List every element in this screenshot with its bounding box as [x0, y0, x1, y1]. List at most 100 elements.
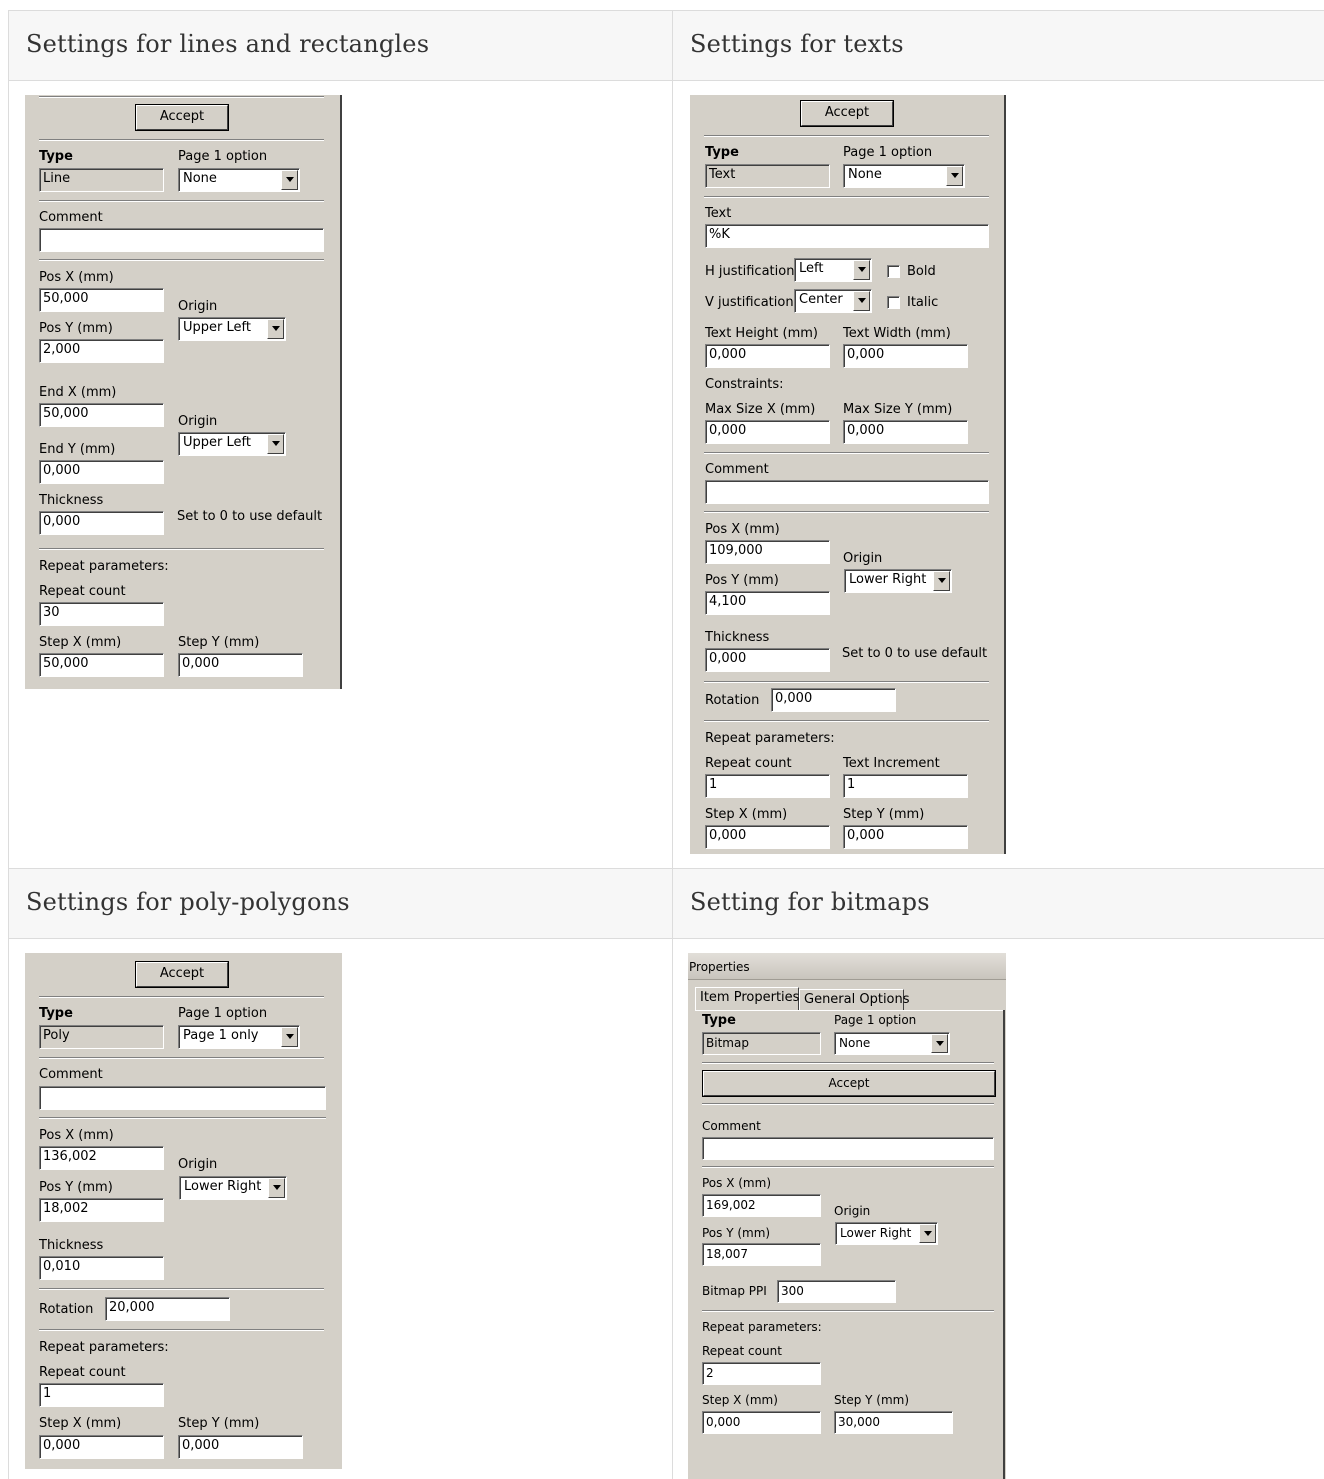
max-size-x-label: Max Size X (mm)	[705, 402, 816, 417]
chevron-down-icon[interactable]	[268, 1178, 285, 1198]
step-y-field[interactable]: 0,000	[178, 653, 303, 677]
type-label: Type	[39, 1006, 73, 1021]
chevron-down-icon[interactable]	[281, 1027, 298, 1047]
step-x-label: Step X (mm)	[39, 1416, 122, 1431]
pos-y-label: Pos Y (mm)	[39, 1180, 113, 1195]
repeat-count-label: Repeat count	[705, 756, 792, 771]
chevron-down-icon[interactable]	[853, 260, 870, 280]
header-lines: Settings for lines and rectangles	[26, 30, 430, 58]
pos-y-field[interactable]: 2,000	[39, 339, 164, 363]
origin-select[interactable]: Lower Right	[844, 569, 952, 593]
page1-option-select[interactable]: None	[843, 164, 965, 188]
bold-checkbox[interactable]	[887, 265, 900, 278]
repeat-count-field[interactable]: 1	[39, 1383, 164, 1407]
accept-button[interactable]: Accept	[136, 962, 228, 987]
pos-y-field[interactable]: 4,100	[705, 591, 830, 615]
separator	[39, 1057, 324, 1059]
step-x-field[interactable]: 50,000	[39, 653, 164, 677]
pos-y-field[interactable]: 18,002	[39, 1198, 164, 1222]
comment-label: Comment	[702, 1119, 761, 1133]
pos-y-field[interactable]: 18,007	[702, 1243, 821, 1266]
chevron-down-icon[interactable]	[946, 166, 963, 186]
max-size-y-field[interactable]: 0,000	[843, 420, 968, 444]
texts-settings-panel: Accept Type Page 1 option Text None Text…	[690, 95, 1006, 854]
step-x-field[interactable]: 0,000	[702, 1411, 821, 1434]
comment-field[interactable]	[39, 1086, 326, 1110]
h-justification-select[interactable]: Left	[794, 258, 872, 282]
accept-button[interactable]: Accept	[703, 1071, 995, 1096]
text-width-field[interactable]: 0,000	[843, 344, 968, 368]
end-origin-select[interactable]: Upper Left	[178, 432, 286, 456]
pos-x-field[interactable]: 136,002	[39, 1146, 164, 1170]
repeat-count-field[interactable]: 30	[39, 602, 164, 626]
tab-body-edge	[695, 1010, 1004, 1011]
chevron-down-icon[interactable]	[853, 291, 870, 311]
bitmap-ppi-field[interactable]: 300	[777, 1280, 896, 1303]
repeat-params-label: Repeat parameters:	[39, 1340, 169, 1355]
page1-option-value: None	[183, 171, 217, 186]
separator	[704, 681, 989, 683]
page1-option-select[interactable]: None	[834, 1032, 950, 1055]
step-y-field[interactable]: 0,000	[843, 825, 968, 849]
thickness-field[interactable]: 0,000	[39, 511, 164, 535]
chevron-down-icon[interactable]	[267, 434, 284, 454]
v-justification-select[interactable]: Center	[794, 289, 872, 313]
comment-field[interactable]	[702, 1137, 994, 1160]
separator	[39, 96, 324, 98]
origin-select[interactable]: Upper Left	[178, 317, 286, 341]
rotation-field[interactable]: 20,000	[105, 1297, 230, 1321]
step-x-field[interactable]: 0,000	[705, 825, 830, 849]
text-increment-field[interactable]: 1	[843, 774, 968, 798]
origin-label: Origin	[178, 1157, 218, 1172]
rotation-field[interactable]: 0,000	[771, 688, 896, 712]
accept-button[interactable]: Accept	[136, 105, 228, 130]
chevron-down-icon[interactable]	[933, 571, 950, 591]
pos-x-field[interactable]: 169,002	[702, 1194, 821, 1217]
grid-line	[8, 10, 9, 1479]
comment-field[interactable]	[39, 228, 324, 252]
origin-value: Lower Right	[184, 1179, 262, 1194]
separator	[704, 720, 989, 722]
tab-item-properties[interactable]: Item Properties	[695, 987, 799, 1010]
end-x-field[interactable]: 50,000	[39, 403, 164, 427]
step-x-field[interactable]: 0,000	[39, 1435, 164, 1459]
italic-checkbox[interactable]	[887, 296, 900, 309]
separator	[39, 259, 324, 261]
origin-select[interactable]: Lower Right	[179, 1176, 287, 1200]
rotation-label: Rotation	[705, 693, 760, 708]
page1-option-value: Page 1 only	[183, 1028, 259, 1043]
end-y-field[interactable]: 0,000	[39, 460, 164, 484]
comment-field[interactable]	[705, 480, 989, 504]
v-justification-label: V justification	[705, 295, 794, 310]
chevron-down-icon[interactable]	[281, 170, 298, 190]
accept-button[interactable]: Accept	[801, 101, 893, 126]
repeat-count-field[interactable]: 2	[702, 1362, 821, 1385]
step-y-field[interactable]: 30,000	[834, 1411, 953, 1434]
thickness-field[interactable]: 0,010	[39, 1256, 164, 1280]
separator	[702, 1310, 994, 1312]
origin-select[interactable]: Lower Right	[835, 1222, 938, 1245]
pos-x-field[interactable]: 109,000	[705, 540, 830, 564]
chevron-down-icon[interactable]	[919, 1224, 936, 1243]
panel-edge	[340, 95, 342, 689]
text-height-field[interactable]: 0,000	[705, 344, 830, 368]
chevron-down-icon[interactable]	[931, 1034, 948, 1053]
separator	[39, 548, 324, 550]
thickness-field[interactable]: 0,000	[705, 648, 830, 672]
step-y-field[interactable]: 0,000	[178, 1435, 303, 1459]
separator	[39, 1288, 324, 1290]
page1-option-select[interactable]: Page 1 only	[178, 1025, 300, 1049]
tab-general-options[interactable]: General Options	[799, 989, 910, 1010]
pos-x-field[interactable]: 50,000	[39, 288, 164, 312]
page1-option-select[interactable]: None	[178, 168, 300, 192]
comment-label: Comment	[39, 210, 103, 225]
bitmaps-settings-panel: Properties Item Properties General Optio…	[688, 953, 1006, 1479]
origin-label: Origin	[834, 1204, 871, 1218]
repeat-count-field[interactable]: 1	[705, 774, 830, 798]
text-field[interactable]: %K	[705, 224, 989, 248]
chevron-down-icon[interactable]	[267, 319, 284, 339]
separator	[39, 996, 324, 998]
end-x-label: End X (mm)	[39, 385, 117, 400]
separator	[702, 1103, 994, 1105]
max-size-x-field[interactable]: 0,000	[705, 420, 830, 444]
